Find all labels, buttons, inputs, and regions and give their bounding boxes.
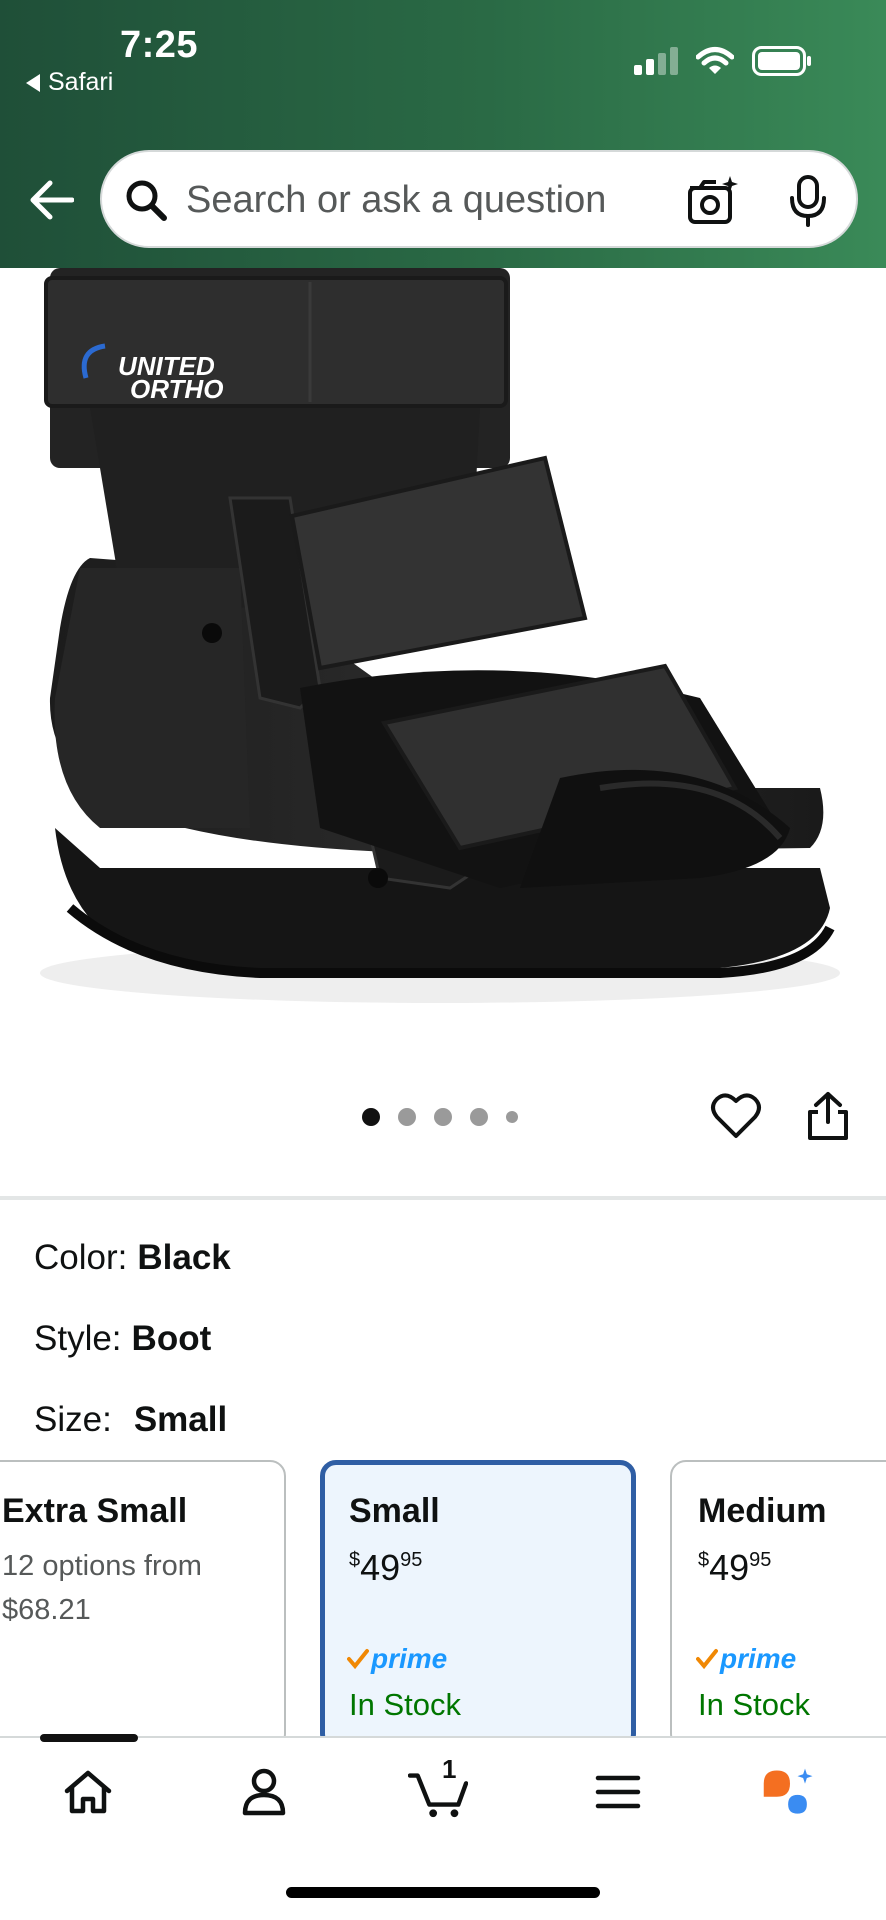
app-header: 7:25 Safari [0, 0, 886, 268]
color-variation: Color: Black [34, 1238, 231, 1278]
size-variation: Size: Small [34, 1400, 227, 1440]
cellular-signal-icon [634, 47, 678, 75]
size-value: Small [133, 1400, 228, 1439]
size-option-extra-small[interactable]: Extra Small 12 options from $68.21 [0, 1460, 286, 1750]
status-time: 7:25 [120, 24, 199, 66]
size-label: Size: [34, 1400, 112, 1439]
prime-check-icon [696, 1649, 718, 1670]
cart-icon [408, 1773, 468, 1818]
size-option-price: $4995 [698, 1547, 772, 1588]
size-option-name: Medium [698, 1492, 827, 1530]
back-app-label: Safari [48, 68, 114, 96]
nav-menu[interactable] [588, 1762, 648, 1822]
nav-rufus-assistant[interactable] [760, 1762, 820, 1822]
battery-icon [752, 46, 811, 76]
carousel-dot-2[interactable] [398, 1108, 416, 1126]
carousel-dot-5[interactable] [506, 1111, 518, 1123]
product-image[interactable]: UNITED ORTHO [0, 268, 886, 1038]
image-carousel-dots[interactable] [362, 1108, 518, 1126]
arrow-left-icon [30, 180, 74, 220]
size-option-price: $4995 [349, 1547, 423, 1588]
nav-account[interactable] [234, 1762, 294, 1822]
color-label: Color: [34, 1238, 128, 1277]
menu-icon [595, 1775, 641, 1809]
prime-badge: prime [696, 1643, 796, 1675]
size-option-name: Small [349, 1492, 440, 1530]
search-bar[interactable] [100, 150, 858, 248]
walking-boot-image: UNITED ORTHO [40, 268, 840, 1003]
search-icon [126, 180, 167, 221]
home-indicator-bar [286, 1887, 600, 1898]
style-value: Boot [131, 1319, 212, 1358]
nav-cart[interactable] [408, 1762, 468, 1822]
rufus-icon [763, 1768, 813, 1814]
wifi-icon [696, 47, 734, 74]
account-icon [242, 1768, 286, 1816]
section-divider [0, 1196, 886, 1200]
style-label: Style: [34, 1319, 122, 1358]
cart-count-badge: 1 [442, 1754, 457, 1784]
size-option-offers: 12 options from [2, 1550, 202, 1582]
brand-text-ortho: ORTHO [130, 374, 223, 404]
size-option-name: Extra Small [2, 1492, 188, 1530]
active-tab-indicator [40, 1734, 138, 1742]
share-button[interactable] [802, 1090, 854, 1142]
prime-badge: prime [347, 1643, 447, 1675]
prime-check-icon [347, 1649, 369, 1670]
status-icons [634, 46, 812, 76]
back-to-safari[interactable]: Safari [26, 68, 113, 97]
size-option-medium[interactable]: Medium $4995 prime In Stock [670, 1460, 886, 1750]
heart-icon [711, 1093, 761, 1138]
carousel-dot-3[interactable] [434, 1108, 452, 1126]
style-variation: Style: Boot [34, 1319, 211, 1359]
carousel-dot-4[interactable] [470, 1108, 488, 1126]
color-value: Black [137, 1238, 231, 1277]
back-button[interactable] [26, 175, 76, 225]
size-option-small[interactable]: Small $4995 prime In Stock [320, 1460, 636, 1750]
search-input[interactable] [186, 170, 646, 230]
microphone-icon[interactable] [786, 174, 830, 228]
nav-home[interactable] [58, 1762, 118, 1822]
camera-search-icon[interactable] [686, 174, 740, 228]
stock-status: In Stock [349, 1687, 461, 1722]
home-icon [64, 1770, 112, 1814]
share-icon [808, 1092, 848, 1140]
carousel-dot-1[interactable] [362, 1108, 380, 1126]
stock-status: In Stock [698, 1687, 810, 1722]
size-option-from-price: $68.21 [2, 1594, 91, 1626]
wishlist-button[interactable] [710, 1090, 762, 1142]
back-triangle-icon [26, 73, 40, 92]
